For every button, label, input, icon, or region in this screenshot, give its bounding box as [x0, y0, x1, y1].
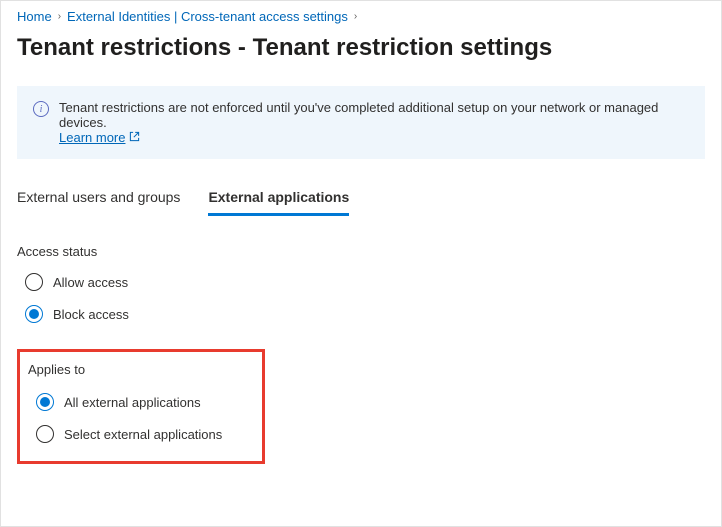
chevron-right-icon: ›: [58, 11, 61, 22]
breadcrumb: Home › External Identities | Cross-tenan…: [17, 9, 705, 24]
tab-external-users-groups[interactable]: External users and groups: [17, 183, 180, 216]
info-text: Tenant restrictions are not enforced unt…: [59, 100, 658, 130]
tab-external-applications[interactable]: External applications: [208, 183, 349, 216]
radio-icon: [36, 393, 54, 411]
applies-to-label: Applies to: [28, 362, 222, 377]
radio-label: Block access: [53, 307, 129, 322]
info-icon: i: [33, 101, 49, 117]
tabs: External users and groups External appli…: [17, 183, 705, 216]
page-title: Tenant restrictions - Tenant restriction…: [17, 34, 705, 62]
breadcrumb-home[interactable]: Home: [17, 9, 52, 24]
radio-label: Select external applications: [64, 427, 222, 442]
radio-all-external-applications[interactable]: All external applications: [36, 393, 222, 411]
chevron-right-icon: ›: [354, 11, 357, 22]
access-status-section: Access status Allow access Block access: [17, 244, 705, 323]
radio-label: Allow access: [53, 275, 128, 290]
radio-block-access[interactable]: Block access: [25, 305, 705, 323]
radio-label: All external applications: [64, 395, 201, 410]
info-banner: i Tenant restrictions are not enforced u…: [17, 86, 705, 159]
applies-to-section: Applies to All external applications Sel…: [17, 349, 265, 464]
external-link-icon: [129, 131, 140, 145]
access-status-label: Access status: [17, 244, 705, 259]
radio-select-external-applications[interactable]: Select external applications: [36, 425, 222, 443]
learn-more-link[interactable]: Learn more: [59, 130, 140, 145]
radio-icon: [25, 273, 43, 291]
radio-icon: [25, 305, 43, 323]
learn-more-label: Learn more: [59, 130, 125, 145]
breadcrumb-external-identities[interactable]: External Identities | Cross-tenant acces…: [67, 9, 348, 24]
radio-icon: [36, 425, 54, 443]
radio-allow-access[interactable]: Allow access: [25, 273, 705, 291]
